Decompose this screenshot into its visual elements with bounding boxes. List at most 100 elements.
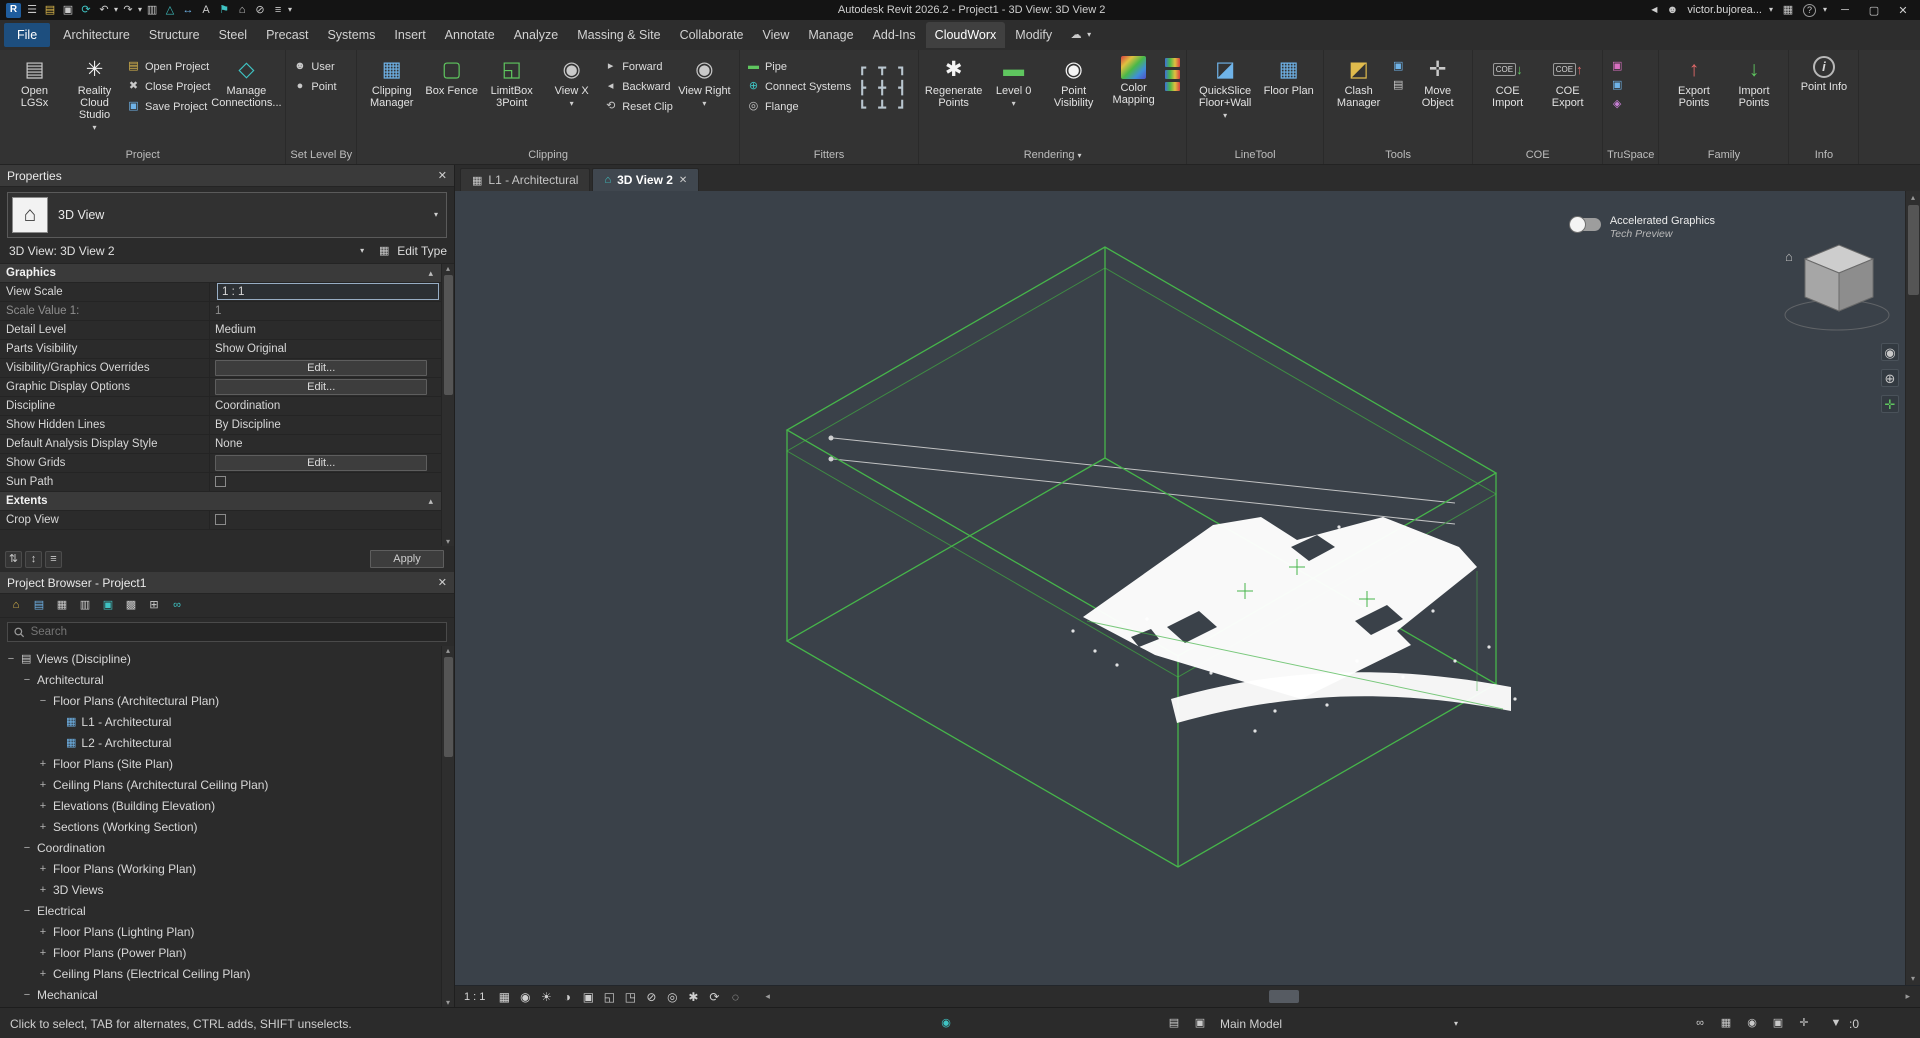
zoom-icon[interactable]: ⊕ (1881, 369, 1899, 387)
intensity-map-icon[interactable] (1165, 58, 1180, 67)
select-by-face-toggle-icon[interactable]: ▣ (1770, 1008, 1786, 1038)
tree-item-coordination[interactable]: − Coordination (0, 837, 454, 858)
level-0-button[interactable]: ▬ Level 0 ▾ (985, 53, 1042, 146)
export-points-button[interactable]: ↑ Export Points (1665, 53, 1722, 146)
save-project-button[interactable]: ▣ Save Project (126, 98, 210, 115)
point-cloud[interactable] (1071, 517, 1516, 733)
rgb-map-icon[interactable] (1165, 70, 1180, 79)
close-properties-icon[interactable]: ✕ (438, 169, 447, 182)
parts-visibility-field[interactable]: Show Original (210, 340, 441, 358)
section-collapse-icon[interactable]: ▴ (428, 492, 433, 510)
collapse-infocenter-icon[interactable]: ◀ (1651, 6, 1657, 14)
cloud-status[interactable]: ☁ ▾ (1068, 27, 1091, 43)
3d-canvas[interactable]: ⌂ Accelerated Graphics Tech Preview ◉ ⊕ … (455, 191, 1920, 985)
scroll-down-icon[interactable]: ▾ (1911, 974, 1915, 983)
search-box[interactable] (7, 622, 447, 642)
clash-settings-icon[interactable]: ▣ (1390, 58, 1406, 74)
cap-fitting-icon[interactable]: ┛ (894, 99, 910, 115)
limitbox-3point-button[interactable]: ◱ LimitBox 3Point (483, 53, 540, 146)
scroll-down-icon[interactable]: ▾ (446, 998, 450, 1007)
reducer-fitting-icon[interactable]: ┫ (894, 79, 910, 95)
undo-icon[interactable]: ↶ (96, 2, 112, 18)
accelerated-graphics-toggle[interactable] (1571, 218, 1601, 231)
elbow-fitting-icon[interactable]: ┏ (854, 59, 870, 75)
sun-path-icon[interactable]: ☀ (536, 988, 556, 1006)
tab-modify[interactable]: Modify (1006, 22, 1061, 48)
tab-structure[interactable]: Structure (140, 22, 209, 48)
expand-icon[interactable]: + (38, 779, 48, 791)
open-lgsx-button[interactable]: ▤ Open LGSx (6, 53, 63, 146)
reset-clip-button[interactable]: ⟲ Reset Clip (603, 98, 673, 115)
point-visibility-button[interactable]: ◉ Point Visibility (1045, 53, 1102, 146)
coe-import-button[interactable]: COE↓ COE Import (1479, 53, 1536, 146)
select-links-toggle-icon[interactable]: ∞ (1692, 1008, 1708, 1038)
revit-links-icon[interactable]: ⊞ (146, 598, 162, 614)
close-button[interactable]: ✕ (1892, 4, 1914, 17)
branch-fitting-icon[interactable]: ┣ (854, 79, 870, 95)
tab-annotate[interactable]: Annotate (436, 22, 504, 48)
view-scale-control[interactable]: 1 : 1 (462, 991, 493, 1003)
truspace-sync-icon[interactable]: ▣ (1609, 77, 1625, 93)
families-icon[interactable]: ▣ (100, 598, 116, 614)
help-dropdown-icon[interactable]: ▾ (1823, 6, 1827, 14)
pipe-button[interactable]: ▬ Pipe (746, 58, 851, 75)
link-icon[interactable]: ∞ (169, 598, 185, 614)
scroll-up-icon[interactable]: ▴ (446, 646, 450, 655)
manage-connections-button[interactable]: ◇ Manage Connections... (213, 53, 279, 146)
tree-item-views-discipline[interactable]: − ▤ Views (Discipline) (0, 648, 454, 669)
collapse-icon[interactable]: − (22, 989, 32, 1001)
expand-icon[interactable]: + (38, 800, 48, 812)
collapse-icon[interactable]: − (6, 653, 16, 665)
reality-cloud-studio-button[interactable]: ✳ Reality Cloud Studio ▾ (66, 53, 123, 146)
edit-type-button[interactable]: ▦ Edit Type (376, 243, 447, 259)
section-extents[interactable]: Extents ▴ (0, 492, 441, 511)
expand-icon[interactable]: + (38, 947, 48, 959)
steering-wheel-icon[interactable]: ◉ (1881, 343, 1899, 361)
shadows-icon[interactable]: ◑ (557, 988, 577, 1006)
redo-icon[interactable]: ↷ (120, 2, 136, 18)
tab-precast[interactable]: Precast (257, 22, 317, 48)
add-marker-icon[interactable]: ✛ (1881, 395, 1899, 413)
connect-systems-button[interactable]: ⊕ Connect Systems (746, 78, 851, 95)
view-tab-l1-architectural[interactable]: ▦ L1 - Architectural (460, 168, 590, 191)
scroll-down-icon[interactable]: ▾ (446, 537, 450, 546)
restore-button[interactable]: ▢ (1863, 4, 1885, 17)
sheets-icon[interactable]: ▦ (54, 598, 70, 614)
temporary-view-properties-icon[interactable]: ⟳ (704, 988, 724, 1006)
project-browser-header[interactable]: Project Browser - Project1 ✕ (0, 572, 454, 594)
app-button[interactable]: R (6, 3, 21, 18)
apply-button[interactable]: Apply (370, 550, 444, 568)
clash-manager-button[interactable]: ◩ Clash Manager (1330, 53, 1387, 146)
default-analysis-field[interactable]: None (210, 435, 441, 453)
tree-item-floor-plans-working[interactable]: + Floor Plans (Working Plan) (0, 858, 454, 879)
customize-qat-icon[interactable]: ▾ (288, 6, 292, 14)
view-right-button[interactable]: ◉ View Right ▾ (676, 53, 733, 146)
views-icon[interactable]: ▤ (31, 598, 47, 614)
move-object-button[interactable]: ✛ Move Object (1409, 53, 1466, 146)
scrollbar-thumb[interactable] (444, 657, 453, 757)
sync-icon[interactable]: ⟳ (78, 2, 94, 18)
instance-selector[interactable]: 3D View: 3D View 2 ▾ (7, 242, 368, 260)
vg-overrides-edit-button[interactable]: Edit... (215, 360, 427, 376)
quickslice-button[interactable]: ◪ QuickSlice Floor+Wall ▾ (1193, 53, 1257, 146)
collapse-icon[interactable]: − (22, 905, 32, 917)
drag-on-selection-toggle-icon[interactable]: ✛ (1796, 1008, 1812, 1038)
floor-plan-button[interactable]: ▦ Floor Plan (1260, 53, 1317, 146)
selection-filter[interactable]: ▼ :0 (1828, 1008, 1859, 1038)
discipline-field[interactable]: Coordination (210, 397, 441, 415)
search-input[interactable] (31, 626, 440, 638)
truspace-settings-icon[interactable]: ◈ (1609, 96, 1625, 112)
app-store-cart-icon[interactable]: ▦ (1780, 2, 1796, 18)
tree-item-architectural[interactable]: − Architectural (0, 669, 454, 690)
scroll-up-icon[interactable]: ▴ (446, 264, 450, 273)
tree-item-ceiling-plans-architectural[interactable]: + Ceiling Plans (Architectural Ceiling P… (0, 774, 454, 795)
sun-path-checkbox[interactable] (215, 476, 226, 487)
tree-item-elevations[interactable]: + Elevations (Building Elevation) (0, 795, 454, 816)
type-selector-dropdown-icon[interactable]: ▾ (434, 211, 438, 219)
scrollbar-thumb[interactable] (1908, 205, 1919, 295)
coe-export-button[interactable]: COE↑ COE Export (1539, 53, 1596, 146)
tee-fitting-icon[interactable]: ┳ (874, 59, 890, 75)
clip-forward-button[interactable]: ▸ Forward (603, 58, 673, 75)
clip-backward-button[interactable]: ◂ Backward (603, 78, 673, 95)
home-icon[interactable]: ⌂ (8, 598, 24, 614)
